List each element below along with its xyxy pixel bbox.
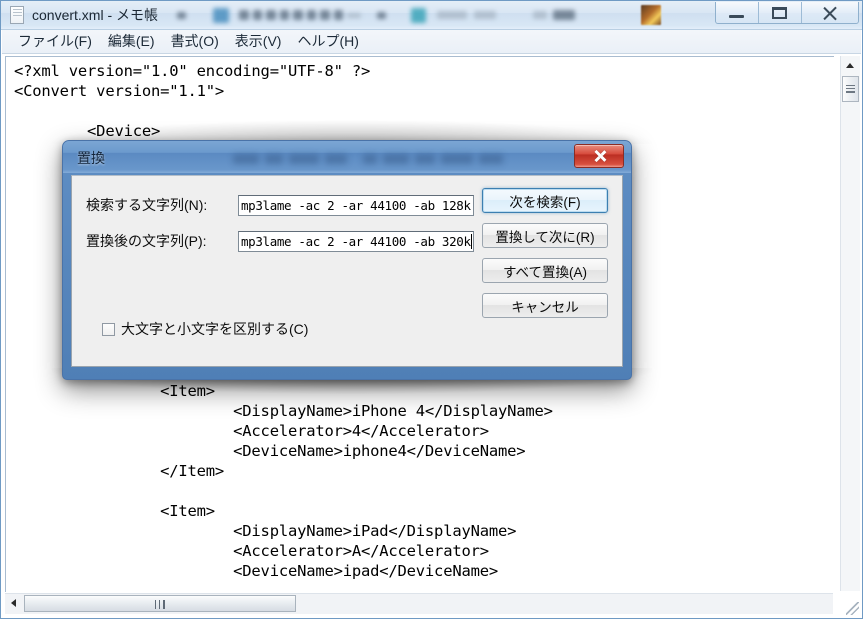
maximize-button[interactable]: [759, 2, 802, 23]
replace-field-row: 置換後の文字列(P): mp3lame -ac 2 -ar 44100 -ab …: [86, 230, 474, 252]
menu-item-file[interactable]: ファイル(F): [10, 29, 100, 54]
find-next-button[interactable]: 次を検索(F): [482, 188, 608, 213]
window-titlebar[interactable]: convert.xml - メモ帳: [1, 1, 862, 30]
horizontal-scrollbar[interactable]: [5, 593, 833, 614]
close-icon: [822, 6, 838, 20]
scroll-left-button[interactable]: [5, 594, 23, 613]
horizontal-scrollbar-thumb[interactable]: [24, 595, 296, 612]
background-windows-blur: [171, 1, 691, 29]
window-title: convert.xml - メモ帳: [32, 7, 159, 23]
minimize-icon: [729, 15, 744, 18]
dialog-close-button[interactable]: [574, 144, 624, 168]
dialog-button-column: 次を検索(F) 置換して次に(R) すべて置換(A) キャンセル: [482, 188, 608, 318]
match-case-checkbox-row[interactable]: 大文字と小文字を区別する(C): [102, 319, 308, 339]
scroll-left-arrow-icon: [11, 599, 16, 607]
match-case-checkbox[interactable]: [102, 322, 115, 336]
notepad-document-icon: [10, 6, 26, 24]
find-field-row: 検索する文字列(N): mp3lame -ac 2 -ar 44100 -ab …: [86, 194, 474, 216]
menu-item-edit[interactable]: 編集(E): [100, 29, 163, 54]
close-button[interactable]: [802, 2, 858, 23]
replace-all-button[interactable]: すべて置換(A): [482, 258, 608, 283]
window-controls: [715, 2, 859, 24]
dialog-glass-blur: [233, 150, 553, 168]
match-case-label: 大文字と小文字を区別する(C): [121, 321, 309, 337]
menu-item-view[interactable]: 表示(V): [227, 29, 290, 54]
scroll-up-button[interactable]: [841, 56, 859, 74]
close-icon: [594, 149, 606, 162]
dialog-body: 検索する文字列(N): mp3lame -ac 2 -ar 44100 -ab …: [71, 175, 623, 367]
menu-item-format[interactable]: 書式(O): [163, 29, 227, 54]
vertical-scrollbar-thumb[interactable]: [842, 76, 859, 102]
menubar: ファイル(F) 編集(E) 書式(O) 表示(V) ヘルプ(H): [2, 30, 861, 54]
maximize-icon: [772, 7, 787, 19]
replace-button[interactable]: 置換して次に(R): [482, 223, 608, 248]
replace-field-label: 置換後の文字列(P):: [86, 233, 207, 249]
background-taskbar-thumbnail: [641, 5, 661, 25]
minimize-button[interactable]: [716, 2, 759, 23]
menu-item-help[interactable]: ヘルプ(H): [289, 29, 366, 54]
window-resize-grip[interactable]: [846, 602, 859, 615]
scrollbar-grip-icon: [155, 600, 165, 609]
cancel-button[interactable]: キャンセル: [482, 293, 608, 318]
find-input-value: mp3lame -ac 2 -ar 44100 -ab 128k: [241, 197, 471, 213]
find-field-label: 検索する文字列(N):: [86, 197, 208, 213]
screen: convert.xml - メモ帳 ファイル(F) 編集(E) 書式(O) 表示…: [0, 0, 863, 619]
scrollbar-grip-icon: [846, 85, 855, 93]
replace-dialog: 置換 検索する文字列(N): mp3lame -ac 2 -ar 44100 -…: [62, 140, 632, 380]
replace-input[interactable]: mp3lame -ac 2 -ar 44100 -ab 320k: [238, 230, 474, 252]
scroll-up-arrow-icon: [846, 63, 854, 68]
vertical-scrollbar[interactable]: [840, 56, 860, 591]
dialog-title: 置換: [77, 150, 105, 166]
replace-input-value: mp3lame -ac 2 -ar 44100 -ab 320k: [241, 233, 471, 249]
dialog-titlebar[interactable]: 置換: [63, 141, 631, 173]
find-input[interactable]: mp3lame -ac 2 -ar 44100 -ab 128k: [238, 194, 474, 216]
